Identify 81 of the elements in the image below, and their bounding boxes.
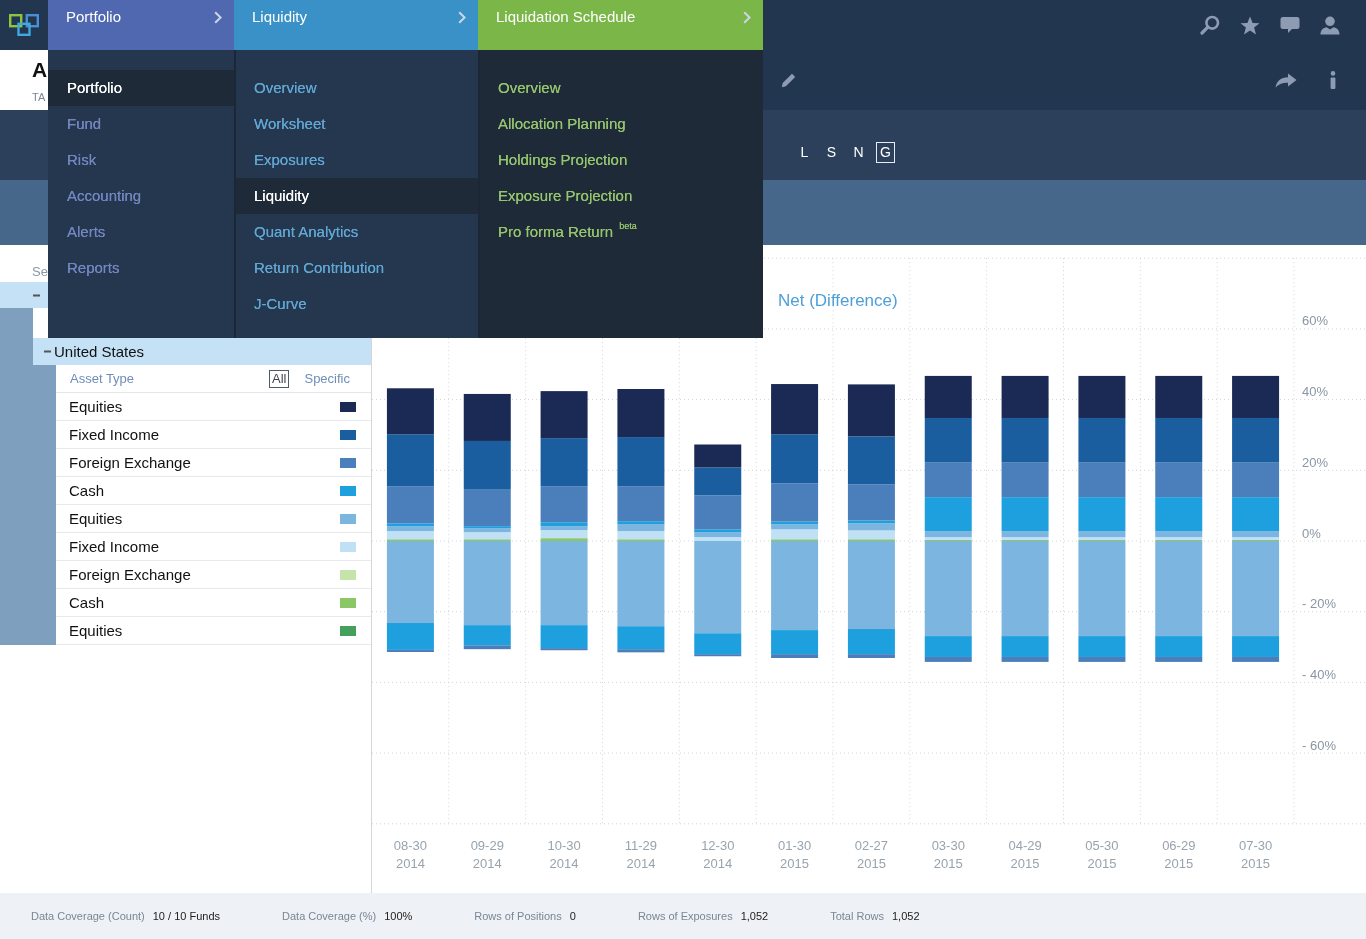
share-icon[interactable] (1275, 72, 1297, 88)
axis-label: 09-29 2014 (470, 838, 504, 871)
status-label: Data Coverage (%) (282, 908, 377, 924)
menu-item[interactable]: Exposures (236, 142, 478, 178)
status-value: 1,052 (740, 908, 769, 924)
view-toggle[interactable]: N (849, 142, 868, 163)
axis-label: - 40% (1302, 666, 1336, 682)
pencil-icon[interactable] (781, 72, 796, 88)
axis-label: 05-30 2015 (1085, 838, 1119, 871)
axis-label: 20% (1302, 454, 1329, 470)
axis-label: 03-30 2015 (931, 838, 965, 871)
axis-label: 04-29 2015 (1008, 838, 1042, 871)
breadcrumb-button[interactable]: Portfolio (48, 0, 234, 50)
status-value: 1,052 (891, 908, 920, 924)
asset-type-label: Equities (69, 397, 123, 416)
menu-item[interactable]: Overview (480, 70, 763, 106)
asset-type-label: Foreign Exchange (69, 453, 191, 472)
axis-label: 06-29 2015 (1162, 838, 1196, 871)
axis-label: 40% (1302, 384, 1329, 400)
axis-label: 02-27 2015 (854, 838, 889, 871)
menu-item[interactable]: Portfolio (48, 70, 234, 106)
axis-label: 01-30 2015 (777, 838, 812, 871)
chart-title: Net (Difference) (778, 291, 898, 310)
column-header: Asset Type (70, 370, 135, 387)
status-value: 100% (384, 908, 413, 924)
axis-label: 10-30 2014 (547, 838, 581, 871)
menu-item[interactable]: J-Curve (236, 286, 478, 322)
menu-item[interactable]: Reports (48, 250, 234, 286)
asset-type-label: Fixed Income (69, 537, 160, 556)
view-toggle[interactable]: L (795, 142, 814, 163)
menu-item[interactable]: Quant Analytics (236, 214, 478, 250)
logo-icon[interactable] (9, 14, 39, 36)
asset-type-label: Equities (69, 509, 123, 528)
asset-type-label: Cash (69, 593, 105, 612)
menu-item[interactable]: Risk (48, 142, 234, 178)
menu-item[interactable]: Worksheet (236, 106, 478, 142)
page-title: A (32, 58, 48, 82)
chevron-right-icon (214, 11, 222, 24)
asset-type-label: Cash (69, 481, 105, 500)
view-toggle[interactable]: G (876, 142, 895, 163)
menu-item[interactable]: Allocation Planning (480, 106, 763, 142)
menu-item[interactable]: Liquidity (236, 178, 478, 214)
axis-label: 60% (1302, 313, 1329, 329)
chat-icon[interactable] (1280, 16, 1300, 34)
asset-type-label: Foreign Exchange (69, 565, 191, 584)
status-label: Total Rows (830, 908, 884, 924)
menu-item[interactable]: Holdings Projection (480, 142, 763, 178)
status-value: 10 / 10 Funds (152, 908, 220, 924)
menu-item[interactable]: Exposure Projection (480, 178, 763, 214)
status-value: 0 (569, 908, 576, 924)
status-label: Data Coverage (Count) (31, 908, 145, 924)
axis-label: 12-30 2014 (701, 838, 735, 871)
menu-item[interactable]: Return Contribution (236, 250, 478, 286)
menu-item[interactable]: Fund (48, 106, 234, 142)
chevron-right-icon (458, 11, 466, 24)
column-header: Se (32, 264, 48, 279)
info-icon[interactable] (1329, 71, 1337, 89)
asset-type-label: Equities (69, 621, 123, 640)
axis-label: 11-29 2014 (624, 838, 658, 871)
status-label: Rows of Exposures (637, 908, 733, 924)
status-label: Rows of Positions (474, 908, 562, 924)
filter-toggle[interactable]: Specific (301, 369, 353, 388)
menu-item[interactable]: Alerts (48, 214, 234, 250)
axis-label: 07-30 2015 (1238, 838, 1273, 871)
filter-toggle[interactable]: All (269, 369, 290, 388)
chevron-right-icon (743, 11, 751, 24)
asset-type-label: Fixed Income (69, 425, 160, 444)
axis-label: - 60% (1302, 737, 1336, 753)
axis-label: 0% (1302, 525, 1321, 541)
star-icon[interactable] (1240, 15, 1260, 35)
search-icon[interactable] (1200, 15, 1220, 35)
menu-item[interactable]: Accounting (48, 178, 234, 214)
axis-label: - 20% (1302, 596, 1336, 612)
user-icon[interactable] (1320, 15, 1340, 35)
page-subtitle: TA (32, 91, 46, 104)
view-toggle[interactable]: S (822, 142, 841, 163)
menu-item[interactable]: Pro forma Return $^{beta}$ (480, 214, 763, 250)
axis-label: 08-30 2014 (393, 838, 428, 871)
menu-item[interactable]: Overview (236, 70, 478, 106)
breadcrumb-button[interactable]: Liquidity (234, 0, 478, 50)
tree-label[interactable]: United States (54, 342, 145, 361)
